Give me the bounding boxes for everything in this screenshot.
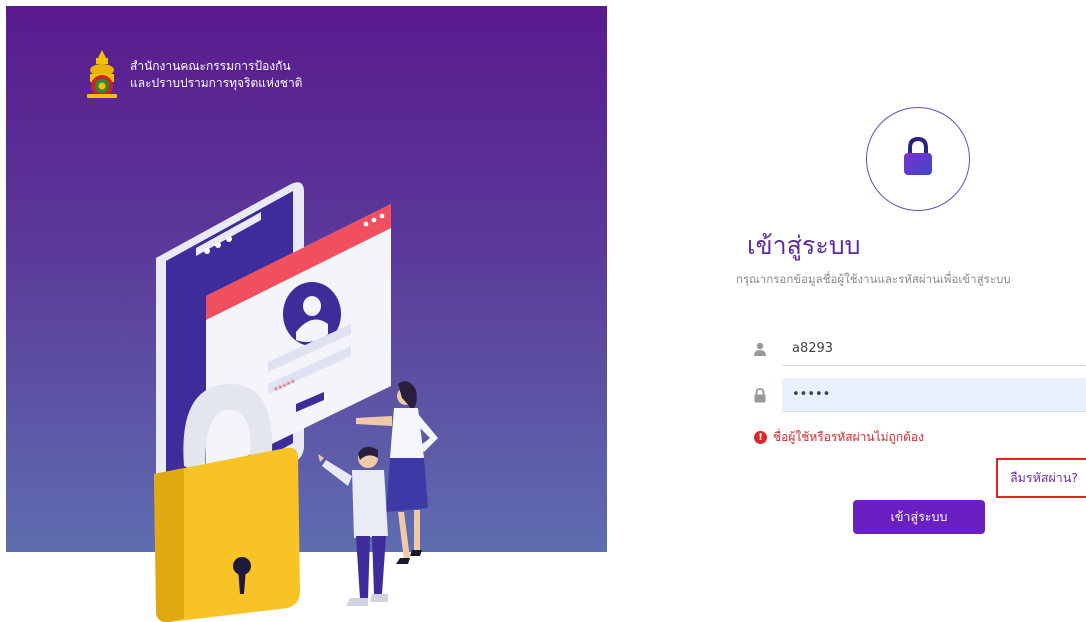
error-message: ! ชื่อผู้ใช้หรือรหัสผ่านไม่ถูกต้อง — [754, 428, 924, 447]
password-field — [750, 378, 1086, 412]
error-text: ชื่อผู้ใช้หรือรหัสผ่านไม่ถูกต้อง — [773, 430, 924, 444]
page-subtitle: กรุณากรอกข้อมูลชื่อผู้ใช้งานและรหัสผ่านเ… — [736, 272, 1011, 286]
hero-panel: สำนักงานคณะกรรมการป้องกัน และปราบปรามการ… — [6, 6, 607, 622]
lock-badge — [866, 107, 970, 211]
password-input[interactable] — [782, 378, 1086, 412]
lock-icon — [901, 136, 935, 181]
login-illustration: ***** — [154, 182, 438, 622]
padlock-icon — [750, 387, 770, 403]
error-icon: ! — [754, 431, 767, 444]
login-button[interactable]: เข้าสู่ระบบ — [853, 500, 985, 534]
login-panel: เข้าสู่ระบบ กรุณากรอกข้อมูลชื่อผู้ใช้งาน… — [720, 0, 1086, 622]
page-title: เข้าสู่ระบบ — [747, 231, 861, 260]
username-field — [750, 332, 1086, 366]
boy-figure — [318, 446, 388, 606]
username-input[interactable] — [782, 332, 1086, 366]
user-icon — [750, 342, 770, 356]
forgot-password-link[interactable]: ลืมรหัสผ่าน? — [996, 458, 1086, 498]
